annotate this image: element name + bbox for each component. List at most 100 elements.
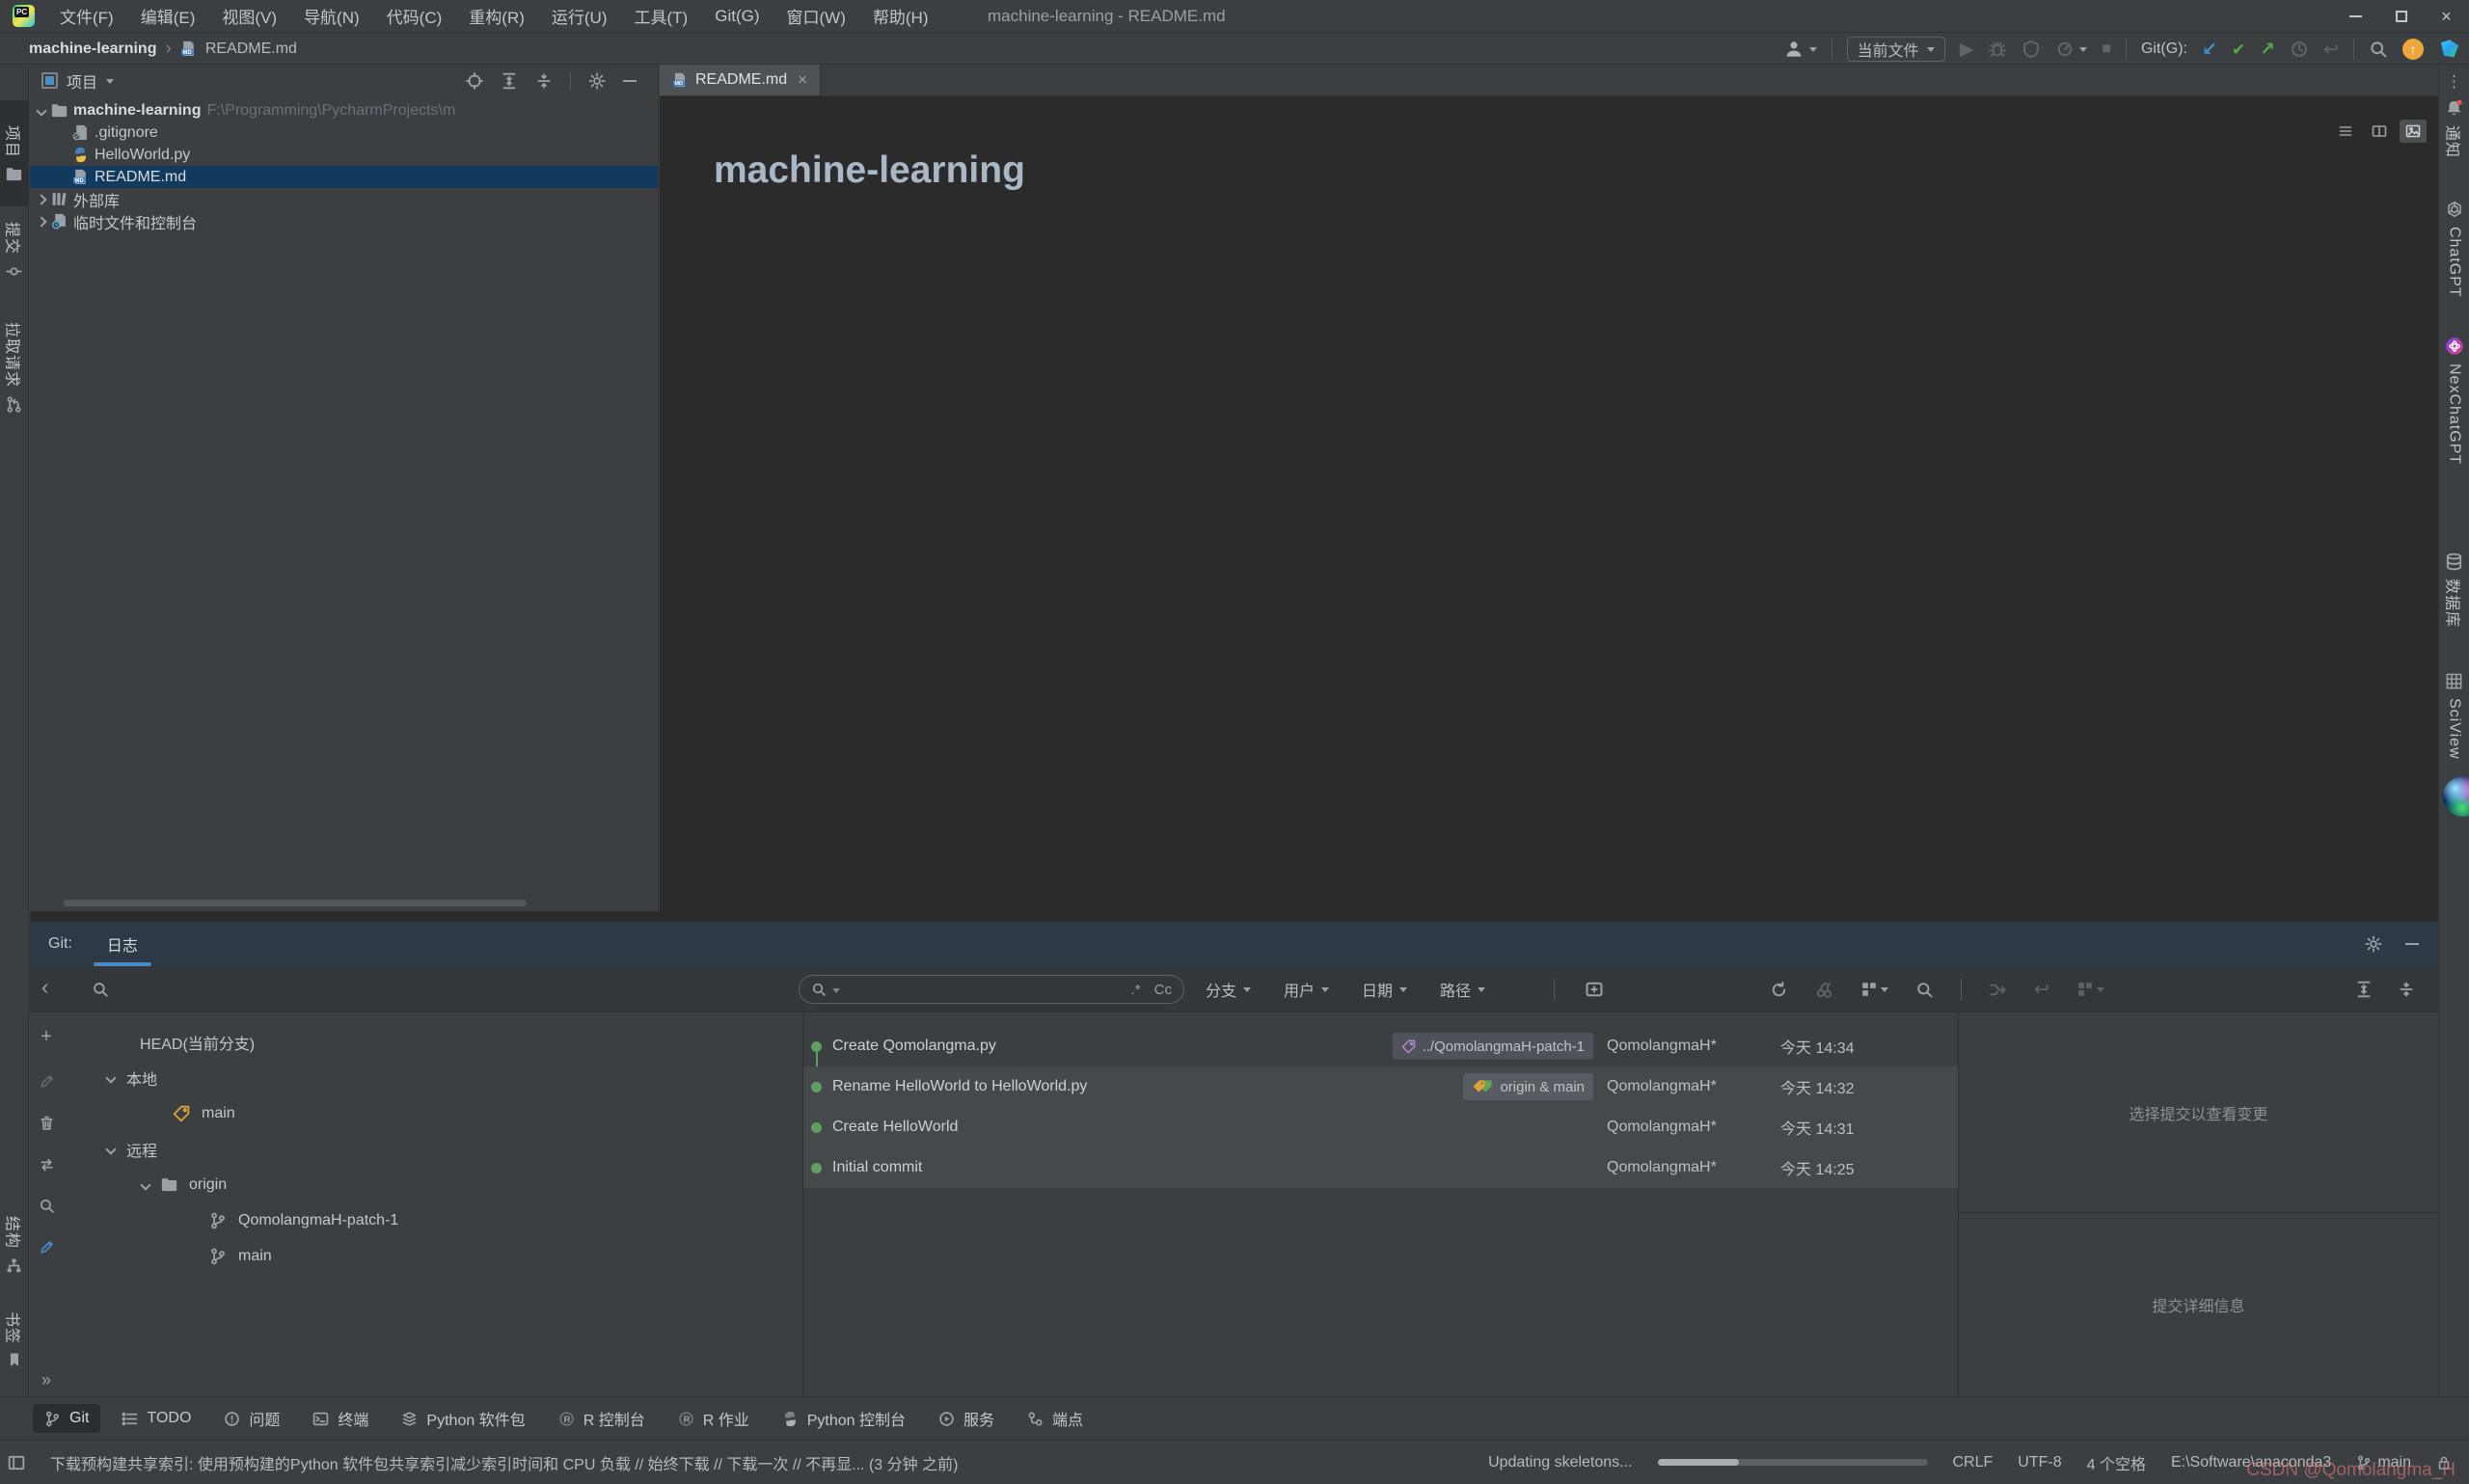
delete-icon[interactable] [39,1115,55,1131]
collapse-all-icon[interactable] [2398,981,2415,998]
filter-path[interactable]: 路径 [1440,978,1485,1001]
toolbar-item-endpoints[interactable]: 端点 [1016,1401,1095,1436]
search-icon[interactable] [39,1198,55,1214]
git-rollback-button[interactable]: ↩ [2323,40,2339,59]
coverage-button[interactable] [2021,40,2041,59]
sidebar-item-project[interactable]: 项目 [0,100,28,206]
toolbar-item-r-jobs[interactable]: R R 作业 [666,1401,761,1436]
sidebar-item-notifications[interactable]: 通知 [2439,99,2469,182]
expand-all-icon[interactable] [2355,981,2373,998]
breadcrumb-project[interactable]: machine-learning [29,40,156,58]
toolbar-item-python-console[interactable]: Python 控制台 [771,1401,917,1436]
chevron-down-icon[interactable] [106,79,114,88]
branch-row-patch[interactable]: QomolangmaH-patch-1 [63,1202,802,1238]
more-icon[interactable]: » [41,1370,51,1390]
refresh-icon[interactable] [1770,981,1788,999]
new-log-tab-button[interactable] [1585,980,1604,999]
encoding-indicator[interactable]: UTF-8 [2018,1454,2061,1471]
edit-blue-icon[interactable] [39,1239,55,1255]
maximize-button[interactable] [2378,0,2424,33]
chevron-down-icon[interactable] [105,1072,116,1083]
debug-button[interactable] [1988,40,2007,59]
tree-row-external-libraries[interactable]: 外部库 [30,188,658,210]
run-button[interactable]: ▶ [1960,40,1974,59]
menu-refactor[interactable]: 重构(R) [469,4,525,28]
branch-search-button[interactable] [92,981,109,998]
markdown-preview-only-button[interactable] [2400,120,2427,143]
chevron-down-icon[interactable] [832,988,840,997]
edit-icon[interactable] [39,1073,55,1090]
profile-button[interactable] [1783,39,1817,60]
branch-ref-chip[interactable]: origin & main [1463,1073,1593,1100]
chevron-down-icon[interactable] [140,1179,150,1190]
toolbar-item-todo[interactable]: TODO [110,1404,203,1433]
menu-file[interactable]: 文件(F) [60,4,114,28]
regex-toggle[interactable]: .* [1131,982,1141,998]
gear-icon[interactable] [2365,935,2382,953]
presentation-settings-button[interactable] [1860,981,1888,998]
commit-row[interactable]: Initial commit QomolangmaH* 今天 14:25 [803,1147,1958,1188]
branch-row-local-main[interactable]: main [63,1095,802,1131]
chevron-down-icon[interactable] [36,105,46,116]
merge-arrows-icon[interactable] [1989,981,2007,999]
panel-splitter[interactable] [30,911,2438,922]
commit-row[interactable]: Rename HelloWorld to HelloWorld.py origi… [803,1066,1958,1107]
sidebar-item-chatgpt[interactable]: ChatGPT [2439,200,2469,329]
search-icon[interactable] [1915,981,1934,999]
menu-view[interactable]: 视图(V) [222,4,277,28]
chevron-down-icon[interactable] [105,1144,116,1154]
fetch-icon[interactable] [39,1156,55,1173]
add-branch-button[interactable]: + [41,1026,52,1048]
locate-file-icon[interactable] [466,72,483,90]
menu-help[interactable]: 帮助(H) [873,4,929,28]
horizontal-scrollbar[interactable] [64,900,527,906]
plugin-gem-icon[interactable] [2438,38,2461,61]
search-everywhere-button[interactable] [2369,40,2388,59]
menu-window[interactable]: 窗口(W) [787,4,846,28]
sidebar-item-bookmarks[interactable]: 书签 [0,1301,28,1378]
tree-row-helloworld[interactable]: HelloWorld.py [30,144,658,166]
tool-windows-icon[interactable] [8,1454,25,1471]
commit-row[interactable]: Create Qomolangma.py ../QomolangmaH-patc… [803,1026,1958,1066]
kebab-menu-icon[interactable]: ⋮ [2439,72,2469,92]
menu-code[interactable]: 代码(C) [387,4,443,28]
branch-group-origin[interactable]: origin [63,1167,802,1202]
sidebar-item-database[interactable]: 数据库 [2439,553,2469,657]
filter-user[interactable]: 用户 [1284,978,1329,1001]
menu-edit[interactable]: 编辑(E) [141,4,196,28]
sidebar-item-pull-requests[interactable]: 拉取请求 [0,309,28,426]
rollback-icon[interactable]: ↩ [2034,981,2049,999]
toolbar-item-python-packages[interactable]: Python 软件包 [390,1401,536,1436]
commit-search-input[interactable]: .* Cc [799,975,1184,1004]
project-panel-title[interactable]: 项目 [67,69,97,93]
branch-group-local[interactable]: 本地 [63,1060,802,1095]
match-case-toggle[interactable]: Cc [1154,982,1172,998]
stop-button[interactable]: ■ [2102,41,2111,57]
expand-all-icon[interactable] [501,72,518,90]
cherry-pick-icon[interactable] [1815,981,1833,999]
filter-branch[interactable]: 分支 [1206,978,1251,1001]
back-icon[interactable]: ‹ [41,975,48,1000]
tree-row-gitignore[interactable]: .gitignore [30,121,658,144]
layout-settings-button[interactable] [2076,981,2104,998]
tree-row-readme-selected[interactable]: MD README.md [30,166,658,188]
toolbar-item-problems[interactable]: 问题 [212,1401,291,1436]
toolbar-item-services[interactable]: 服务 [927,1401,1006,1436]
collapse-all-icon[interactable] [535,72,553,90]
indent-indicator[interactable]: 4 个空格 [2087,1451,2146,1474]
line-ending-indicator[interactable]: CRLF [1953,1454,1994,1471]
hide-panel-icon[interactable] [623,80,637,82]
chevron-right-icon[interactable] [36,216,46,227]
sidebar-item-nexchatgpt[interactable]: NexChatGPT [2439,337,2469,493]
branch-row-head[interactable]: HEAD(当前分支) [63,1024,802,1060]
profiler-button[interactable] [2055,40,2087,59]
sidebar-item-commit[interactable]: 提交 [0,210,28,291]
toolbar-item-git[interactable]: Git [33,1404,100,1433]
sidebar-item-structure[interactable]: 结构 [0,1202,28,1287]
hide-panel-icon[interactable] [2405,943,2419,945]
close-tab-icon[interactable]: × [798,70,807,90]
filter-date[interactable]: 日期 [1362,978,1407,1001]
menu-git[interactable]: Git(G) [715,7,759,26]
tree-row-scratches[interactable]: 临时文件和控制台 [30,210,658,232]
breadcrumb-file[interactable]: README.md [205,40,297,58]
